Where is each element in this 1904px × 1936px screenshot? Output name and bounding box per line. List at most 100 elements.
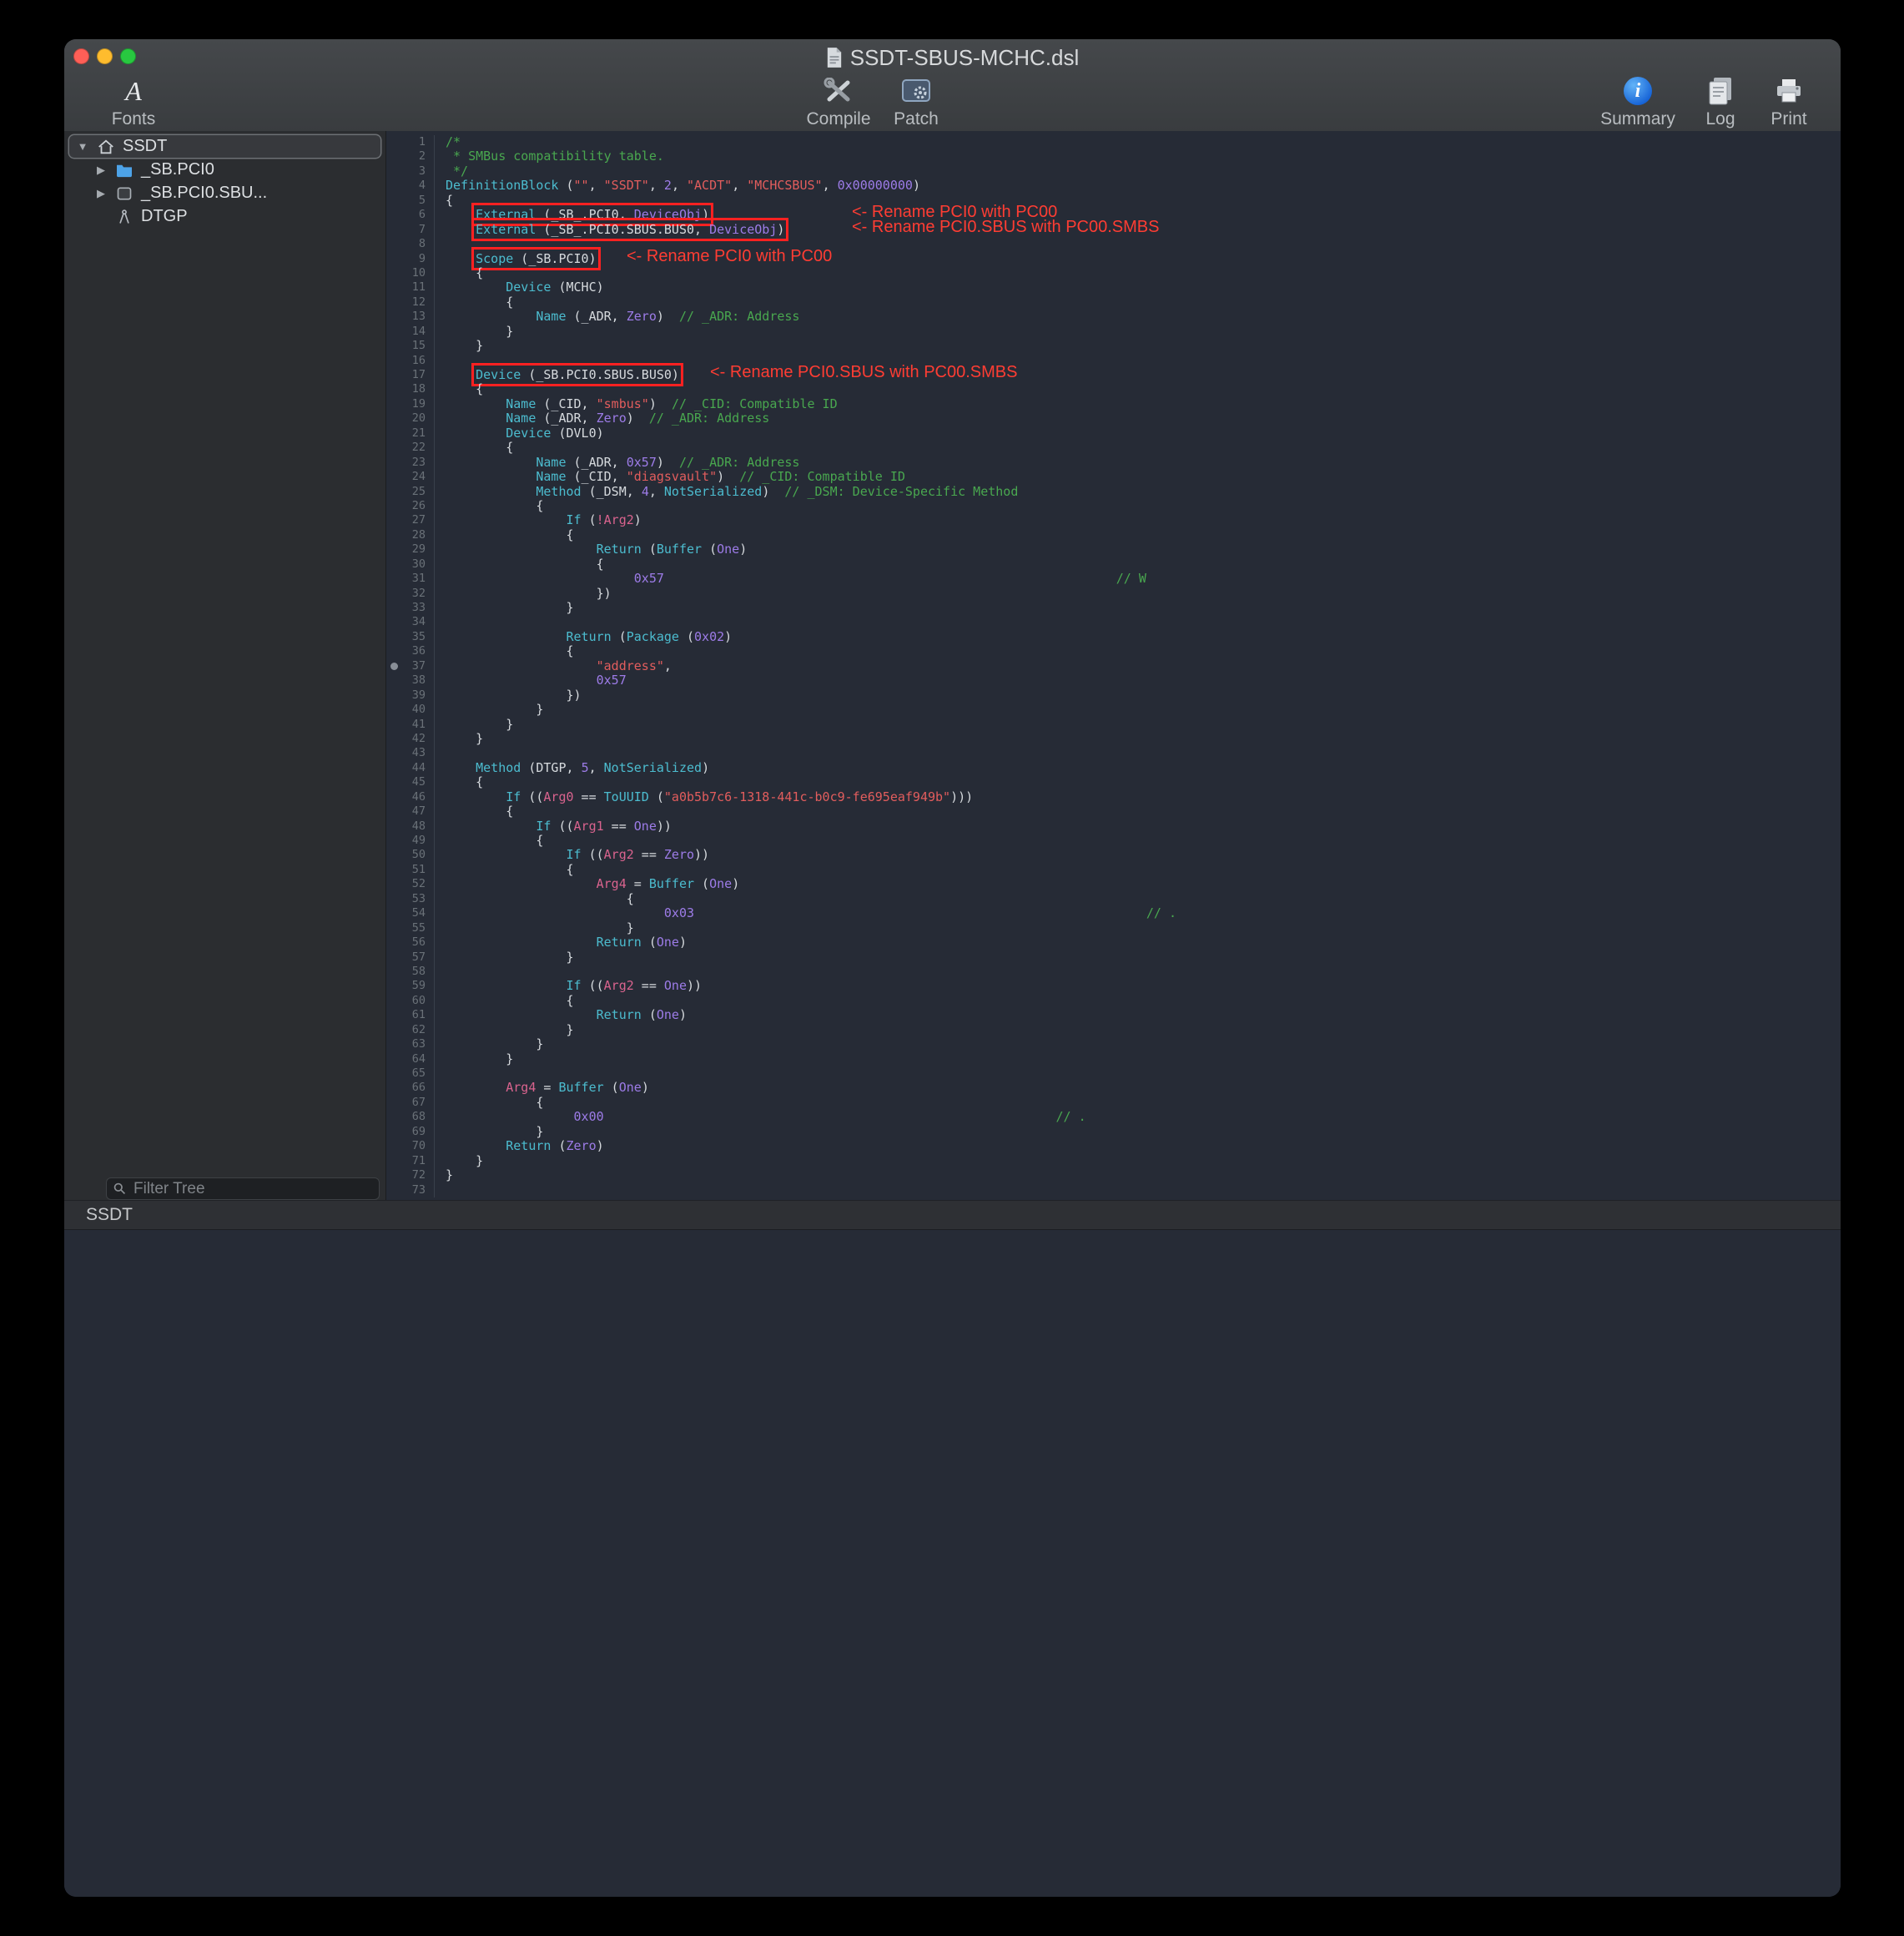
toolbar-item-fonts[interactable]: A Fonts bbox=[83, 74, 184, 129]
toolbar-label: Fonts bbox=[83, 109, 184, 129]
code-line: 47 { bbox=[387, 804, 1841, 819]
line-number: 38 bbox=[387, 673, 435, 688]
code-line: 20 Name (_ADR, Zero) // _ADR: Address bbox=[387, 411, 1841, 426]
sidebar-item-sb-pci0[interactable]: ▶ _SB.PCI0 bbox=[69, 159, 380, 181]
line-number: 58 bbox=[387, 965, 435, 979]
toolbar-item-print[interactable]: Print bbox=[1739, 74, 1839, 129]
folder-icon bbox=[114, 161, 134, 179]
code-line: 63 } bbox=[387, 1037, 1841, 1051]
disclosure-open-icon[interactable]: ▼ bbox=[76, 140, 89, 153]
line-number: 8 bbox=[387, 237, 435, 251]
line-number: 69 bbox=[387, 1125, 435, 1139]
tree-label: SSDT bbox=[123, 137, 167, 156]
code-line: 45 { bbox=[387, 775, 1841, 789]
sidebar-item-ssdt[interactable]: ▼ SSDT bbox=[69, 135, 380, 158]
line-number: 45 bbox=[387, 775, 435, 789]
code-line: 1/* bbox=[387, 135, 1841, 149]
code-line: 38 0x57 bbox=[387, 673, 1841, 688]
code-line: 66 Arg4 = Buffer (One) bbox=[387, 1081, 1841, 1095]
code-line: 32 }) bbox=[387, 587, 1841, 601]
line-number: 51 bbox=[387, 863, 435, 877]
line-number: 49 bbox=[387, 834, 435, 848]
code-line: 21 Device (DVL0) bbox=[387, 426, 1841, 441]
line-number: 54 bbox=[387, 906, 435, 920]
titlebar: SSDT-SBUS-MCHC.dsl bbox=[64, 43, 1841, 73]
line-number: 46 bbox=[387, 790, 435, 804]
status-bar: SSDT bbox=[64, 1200, 1841, 1230]
code-line: 55 } bbox=[387, 921, 1841, 935]
code-line: 28 { bbox=[387, 528, 1841, 542]
line-number: 56 bbox=[387, 935, 435, 950]
code-line: 71 } bbox=[387, 1154, 1841, 1168]
disclosure-closed-icon[interactable]: ▶ bbox=[94, 187, 108, 200]
line-number: 48 bbox=[387, 819, 435, 834]
code-line: 67 { bbox=[387, 1096, 1841, 1110]
line-number: 41 bbox=[387, 718, 435, 732]
patch-highlight-box: External (_SB_.PCI0.SBUS.BUS0, DeviceObj… bbox=[476, 222, 784, 237]
code-line: 33 } bbox=[387, 601, 1841, 615]
line-number: 72 bbox=[387, 1168, 435, 1182]
line-number: 52 bbox=[387, 877, 435, 891]
code-line: 43 bbox=[387, 746, 1841, 760]
code-line: 27 If (!Arg2) bbox=[387, 513, 1841, 527]
code-line: 8 bbox=[387, 237, 1841, 251]
code-line: 64 } bbox=[387, 1052, 1841, 1066]
sidebar-item-sb-pci0-sbus[interactable]: ▶ _SB.PCI0.SBU... bbox=[69, 182, 380, 204]
code-line: 18 { bbox=[387, 382, 1841, 396]
line-number: 1 bbox=[387, 135, 435, 149]
code-line: 56 Return (One) bbox=[387, 935, 1841, 950]
disclosure-closed-icon[interactable]: ▶ bbox=[94, 164, 108, 177]
line-number: 50 bbox=[387, 848, 435, 862]
toolbar-item-patch[interactable]: Patch bbox=[866, 74, 966, 129]
line-number: 24 bbox=[387, 470, 435, 484]
code-line: 23 Name (_ADR, 0x57) // _ADR: Address bbox=[387, 456, 1841, 470]
line-number: 17 bbox=[387, 368, 435, 382]
home-icon bbox=[96, 138, 116, 156]
source-editor[interactable]: 1/*2 * SMBus compatibility table.3 */4De… bbox=[387, 131, 1841, 1200]
line-number: 47 bbox=[387, 804, 435, 819]
code-line: 12 { bbox=[387, 295, 1841, 310]
code-line: 69 } bbox=[387, 1125, 1841, 1139]
code-line: 54 0x03 // . bbox=[387, 906, 1841, 920]
code-line: 31 0x57 // W bbox=[387, 572, 1841, 586]
code-line: 7 External (_SB_.PCI0.SBUS.BUS0, DeviceO… bbox=[387, 223, 1841, 237]
code-line: 48 If ((Arg1 == One)) bbox=[387, 819, 1841, 834]
code-line: 4DefinitionBlock ("", "SSDT", 2, "ACDT",… bbox=[387, 179, 1841, 193]
line-number: 55 bbox=[387, 921, 435, 935]
line-number: 70 bbox=[387, 1139, 435, 1153]
annotation: <- Rename PCI0 with PC00 bbox=[627, 250, 832, 264]
code-line: 36 { bbox=[387, 644, 1841, 658]
line-number: 6 bbox=[387, 208, 435, 222]
line-number: 9 bbox=[387, 252, 435, 266]
code-area[interactable]: 1/*2 * SMBus compatibility table.3 */4De… bbox=[387, 131, 1841, 1197]
filter-input[interactable] bbox=[106, 1177, 380, 1200]
code-line: 40 } bbox=[387, 703, 1841, 717]
code-line: 49 { bbox=[387, 834, 1841, 848]
code-line: 30 { bbox=[387, 557, 1841, 572]
line-number: 18 bbox=[387, 382, 435, 396]
status-scope-path: SSDT bbox=[86, 1205, 133, 1225]
code-line: 72} bbox=[387, 1168, 1841, 1182]
line-number: 65 bbox=[387, 1066, 435, 1081]
annotation: <- Rename PCI0.SBUS with PC00.SMBS bbox=[852, 220, 1159, 234]
line-number: 35 bbox=[387, 630, 435, 644]
line-number: 25 bbox=[387, 485, 435, 499]
line-number: 3 bbox=[387, 164, 435, 179]
line-number: 7 bbox=[387, 223, 435, 237]
line-number: 23 bbox=[387, 456, 435, 470]
toolbar-label: Patch bbox=[866, 109, 966, 129]
sidebar: ▼ SSDT ▶ _ bbox=[64, 131, 386, 1200]
line-number: 4 bbox=[387, 179, 435, 193]
line-number: 59 bbox=[387, 979, 435, 993]
device-icon bbox=[114, 184, 134, 203]
line-number: 32 bbox=[387, 587, 435, 601]
code-line: 10 { bbox=[387, 266, 1841, 280]
line-number: 33 bbox=[387, 601, 435, 615]
sidebar-item-dtgp[interactable]: DTGP bbox=[69, 205, 380, 228]
line-number: 16 bbox=[387, 354, 435, 368]
code-line: 11 Device (MCHC) bbox=[387, 280, 1841, 295]
app-window: SSDT-SBUS-MCHC.dsl A Fonts Compile bbox=[64, 39, 1841, 1897]
log-pages-icon bbox=[1705, 77, 1735, 105]
line-number: 36 bbox=[387, 644, 435, 658]
code-line: 29 Return (Buffer (One) bbox=[387, 542, 1841, 557]
